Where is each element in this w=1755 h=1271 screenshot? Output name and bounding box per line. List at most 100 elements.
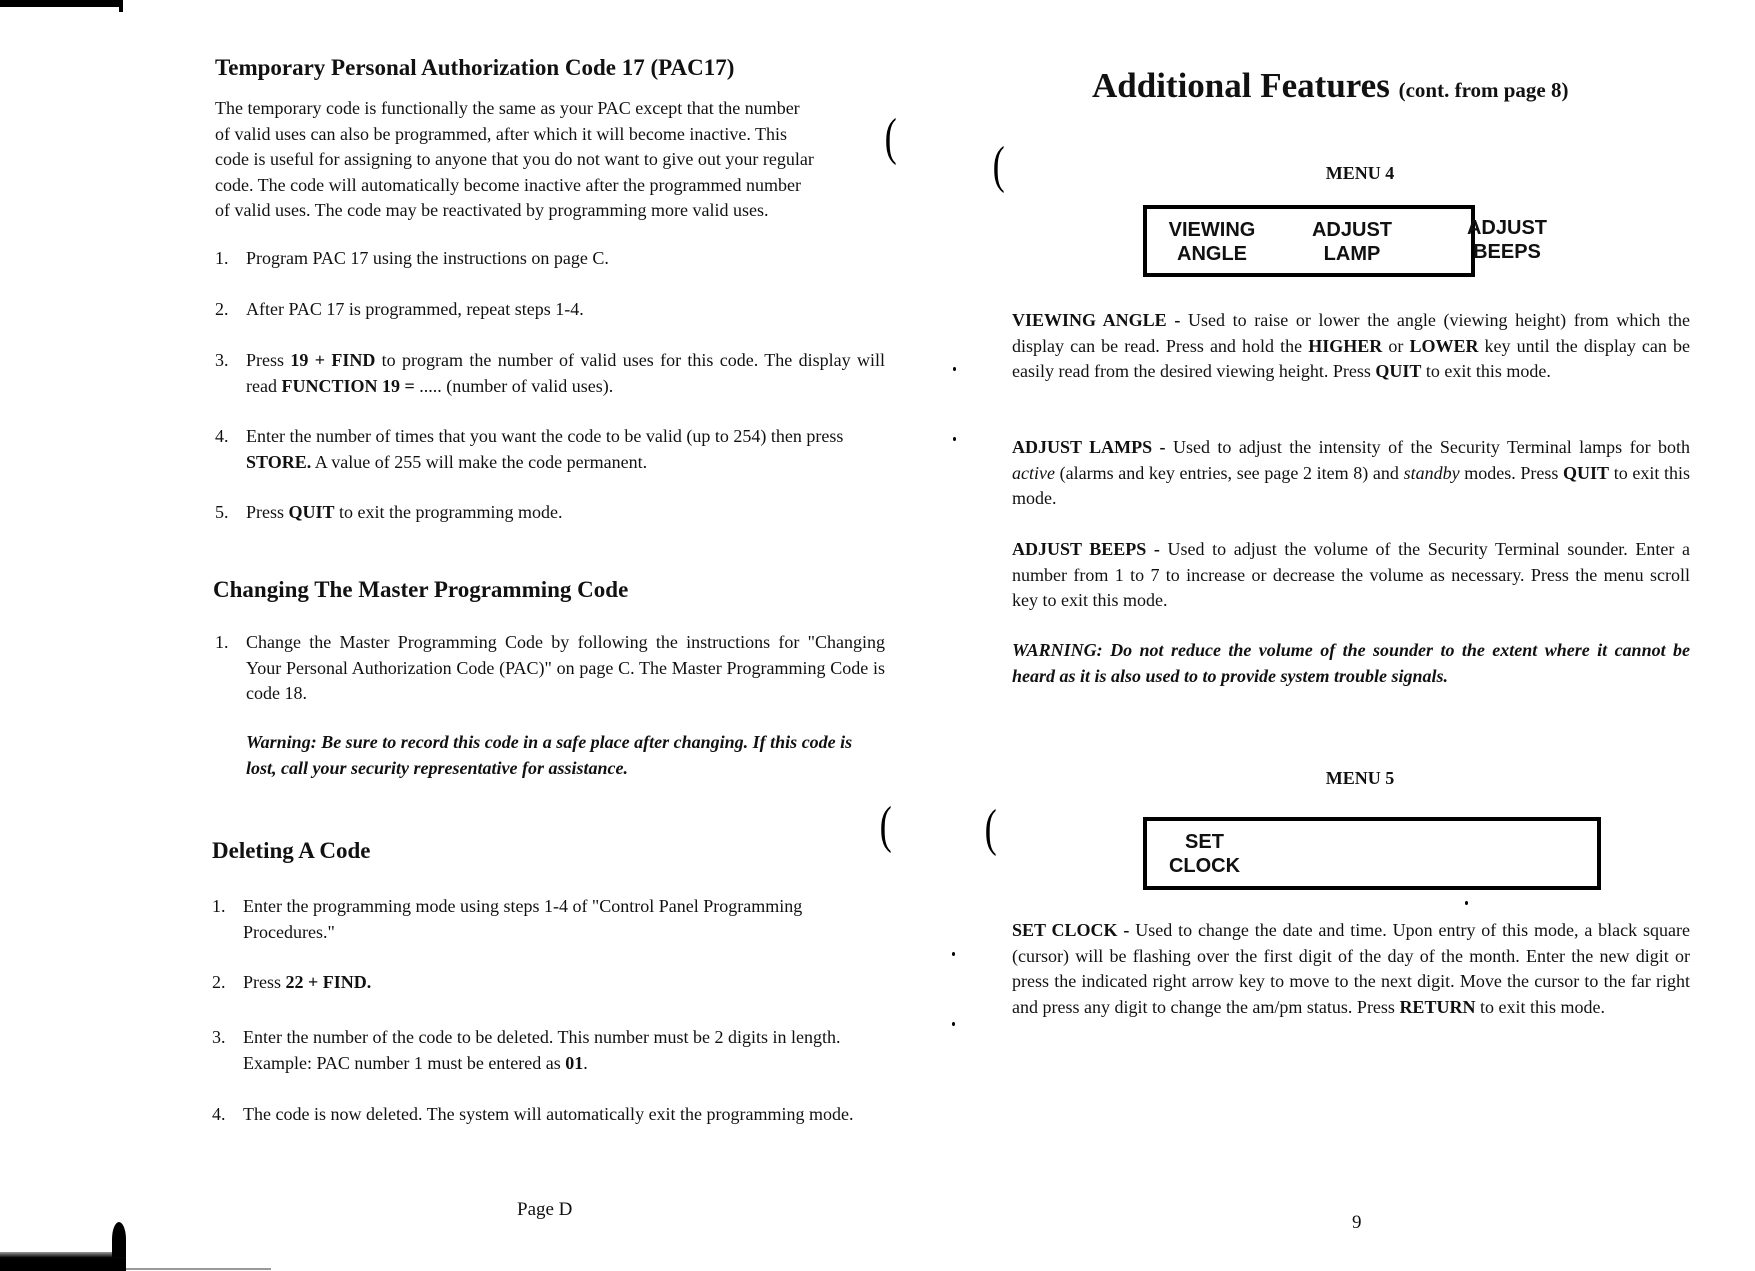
step-text: The code is now deleted. The system will… [243,1102,885,1128]
text-run: to exit this mode. [1421,361,1551,381]
set-clock-description: SET CLOCK - Used to change the date and … [1012,918,1690,1020]
step-number: 2. [212,972,226,992]
step-number: 2. [215,299,229,319]
step-text: Enter the number of times that you want … [246,424,885,475]
text-run: Enter the number of times that you want … [246,426,844,446]
step-number: 4. [215,426,229,446]
page-title: Additional Features (cont. from page 8) [1092,66,1569,106]
page-footer-right: 9 [1352,1212,1362,1233]
step-number: 1. [215,248,229,268]
text-run: (alarms and key entries, see page 2 item… [1054,462,1404,483]
emphasized-text: 22 + FIND. [285,972,372,992]
page-footer-left: Page D [517,1199,573,1220]
intro-line: of valid uses. The code may be reactivat… [215,200,769,220]
emphasized-text: 19 + FIND [290,350,376,370]
menu-item-line: VIEWING [1168,219,1256,241]
emphasized-text: 01 [565,1052,584,1073]
step-number: 5. [215,502,229,522]
menu4-label: MENU 4 [1325,163,1395,183]
text-run: standby [1403,462,1460,483]
master-code-warning: Warning: Be sure to record this code in … [246,732,853,778]
menu4-item-viewing-angle: VIEWING ANGLE [1157,218,1267,266]
step-number: 3. [212,1027,226,1047]
master-code-step: 1. Change the Master Programming Code by … [215,630,885,708]
menu4-display: VIEWING ANGLE ADJUST LAMP ADJUST BEEPS [1143,205,1547,277]
pac17-step: 3. Press 19 + FIND to program the number … [215,348,885,400]
section-heading-delete-code: Deleting A Code [212,838,371,863]
step-number: 4. [212,1104,226,1124]
text-run: Change the Master Programming Code by fo… [246,632,885,703]
emphasized-text: QUIT [1375,361,1422,381]
menu-item-line: ADJUST [1466,217,1547,239]
page-title-sub: (cont. from page 8) [1398,78,1569,102]
step-text: Enter the programming mode using steps 1… [243,894,885,945]
text-run: to exit the programming mode. [334,502,563,522]
emphasized-text: HIGHER [1308,335,1383,356]
menu5-item-set-clock: SET CLOCK [1157,830,1252,878]
delete-code-step: 3. Enter the number of the code to be del… [212,1025,885,1077]
emphasized-text: WARNING: Do not reduce the volume of the… [1012,640,1690,686]
section-heading-pac17: Temporary Personal Authorization Code 17… [215,55,735,80]
menu-item-line: ANGLE [1177,243,1247,265]
text-run: to exit this mode. [1475,996,1605,1017]
step-text: After PAC 17 is programmed, repeat steps… [246,297,885,323]
emphasized-text: ADJUST BEEPS - [1012,539,1168,559]
text-run: modes. Press [1459,462,1564,483]
text-run: The code is now deleted. The system will… [243,1104,854,1124]
text-run: active [1012,462,1055,483]
menu5-display: SET CLOCK [1143,817,1601,890]
step-number: 1. [215,632,229,652]
menu-item-line: LAMP [1323,243,1381,265]
step-text: Press QUIT to exit the programming mode. [246,500,885,526]
right-page: Additional Features (cont. from page 8) … [880,0,1755,1271]
emphasized-text: FUNCTION 19 = [281,375,415,396]
intro-line: The temporary code is functionally the s… [215,98,800,118]
text-run: A value of 255 will make the code perman… [311,451,648,472]
step-text: Change the Master Programming Code by fo… [246,630,885,707]
text-run: Used to adjust the intensity of the Secu… [1172,437,1690,457]
menu4-item-adjust-beeps: ADJUST BEEPS [1452,216,1562,264]
emphasized-text: STORE. [246,451,312,472]
text-run: ..... (number of valid uses). [414,375,614,396]
adjust-beeps-description: ADJUST BEEPS - Used to adjust the volume… [1012,537,1690,614]
pac17-intro: The temporary code is functionally the s… [215,96,895,224]
delete-code-step: 2. Press 22 + FIND. [212,970,885,996]
emphasized-text: RETURN [1399,996,1476,1017]
text-run: Press [243,972,286,992]
intro-line: code. The code will automatically become… [215,174,801,195]
menu-item-line: BEEPS [1473,241,1541,263]
text-run: Program PAC 17 using the instructions on… [246,248,609,268]
text-run: Press [246,350,291,370]
pac17-step: 5. Press QUIT to exit the programming mod… [215,500,885,526]
menu-item-line: SET [1185,831,1224,853]
text-run: Enter the programming mode using steps 1… [243,896,803,942]
menu-item-line: CLOCK [1168,855,1241,877]
page-title-main: Additional Features [1092,66,1390,105]
text-run: . [583,1052,588,1073]
section-heading-master-code: Changing The Master Programming Code [213,577,629,602]
delete-code-step: 1. Enter the programming mode using steps… [212,894,885,946]
delete-code-step: 4. The code is now deleted. The system wi… [212,1102,885,1154]
step-text: Enter the number of the code to be delet… [243,1025,885,1076]
step-text: Press 19 + FIND to program the number of… [246,348,885,399]
emphasized-text: LOWER [1409,335,1479,356]
left-page: Temporary Personal Authorization Code 17… [0,0,885,1271]
intro-line: code is useful for assigning to anyone t… [215,149,814,169]
emphasized-text: ADJUST LAMPS - [1012,437,1173,457]
step-text: Press 22 + FIND. [243,970,885,996]
text-run: or [1382,335,1410,356]
viewing-angle-description: VIEWING ANGLE - Used to raise or lower t… [1012,308,1690,385]
menu-item-line: ADJUST [1311,219,1392,241]
text-run: Press [246,502,289,522]
pac17-step: 4. Enter the number of times that you wan… [215,424,885,476]
emphasized-text: VIEWING ANGLE - [1012,310,1188,330]
emphasized-text: SET CLOCK - [1012,920,1136,940]
pac17-step: 1. Program PAC 17 using the instructions … [215,246,885,272]
text-run: Enter the number of the code to be delet… [243,1027,841,1073]
menu4-item-adjust-lamp: ADJUST LAMP [1297,218,1407,266]
adjust-lamps-description: ADJUST LAMPS - Used to adjust the intens… [1012,435,1690,512]
emphasized-text: QUIT [288,502,335,522]
emphasized-text: QUIT [1563,462,1610,483]
intro-line: of valid uses can also be programmed, af… [215,123,787,144]
step-number: 3. [215,350,229,370]
